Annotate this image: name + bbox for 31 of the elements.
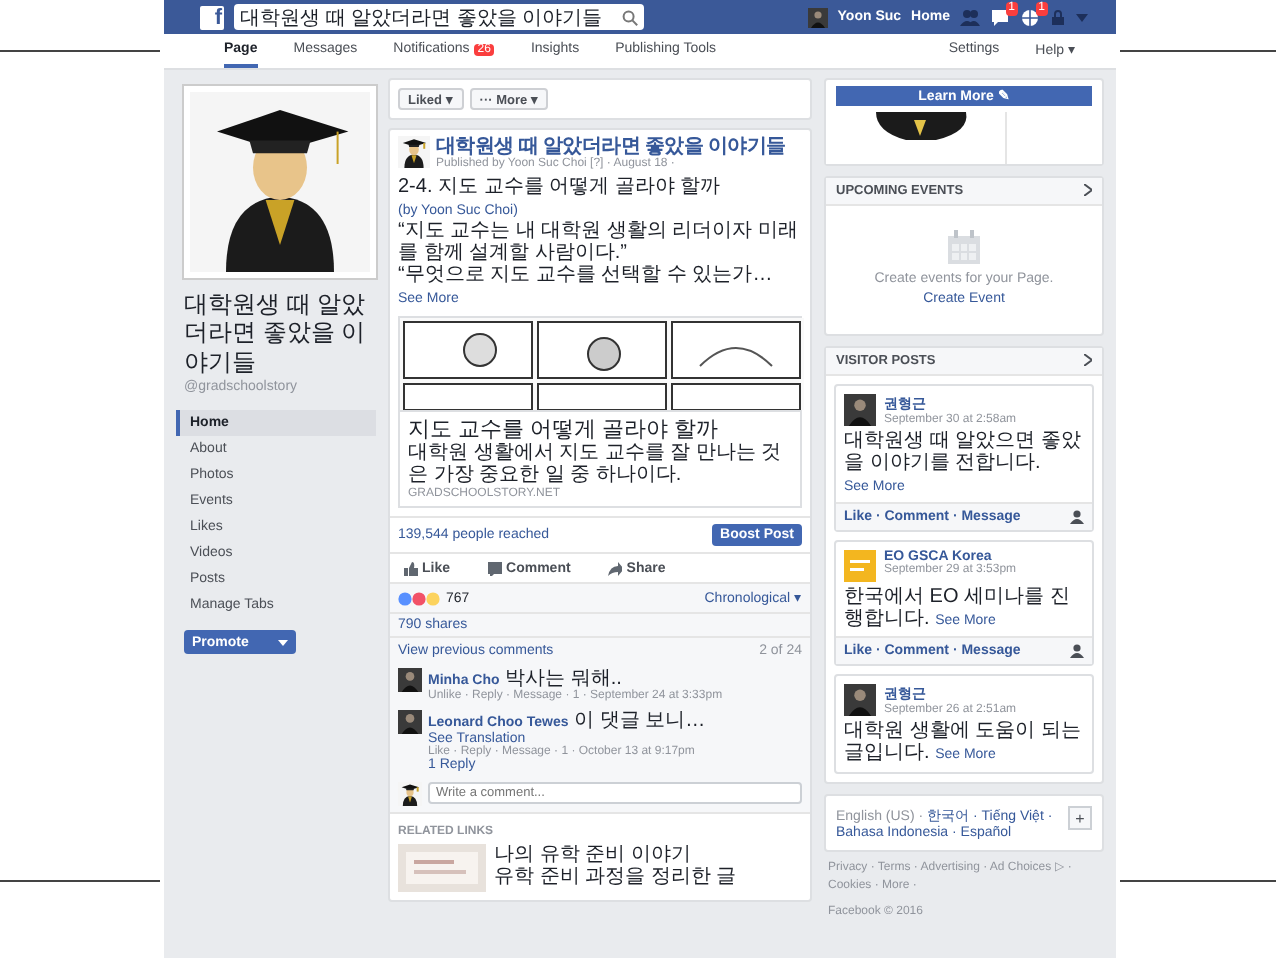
- globe-icon[interactable]: [1020, 7, 1040, 27]
- facebook-logo[interactable]: f: [200, 5, 224, 29]
- link-description: 대학원 생활에서 지도 교수를 잘 만나는 것은 가장 중요한 일 중 하나이다.: [408, 442, 784, 487]
- related-text: 유학 준비 과정을 정리한 글: [494, 866, 737, 889]
- thumbs-up-icon: [402, 560, 418, 577]
- calendar-icon: [946, 230, 982, 266]
- speech-bubble-icon: [486, 560, 503, 577]
- caret-icon: [278, 639, 288, 646]
- share-arrow-icon: [606, 560, 623, 577]
- logo-icon: [844, 550, 876, 582]
- page-name-link[interactable]: 대학원생 때 알았더라면 좋았을 이야기들: [436, 136, 786, 158]
- commenter-avatar: [398, 710, 422, 735]
- search-field[interactable]: 대학원생 때 알았더라면 좋았을 이야기들: [234, 4, 644, 30]
- search-icon[interactable]: [622, 9, 638, 25]
- add-language-button[interactable]: +: [1068, 806, 1092, 830]
- chevron-right-icon[interactable]: [1084, 354, 1092, 366]
- audience-icon[interactable]: [1070, 510, 1084, 524]
- audience-icon[interactable]: [1070, 644, 1084, 658]
- commenter-avatar: [398, 668, 422, 693]
- link-title[interactable]: 지도 교수를 어떻게 골라야 할까: [408, 418, 792, 443]
- messages-icon[interactable]: [990, 7, 1010, 27]
- page-avatar: [398, 136, 430, 168]
- user-avatar: [807, 7, 828, 27]
- page-name: 대학원생 때 알았더라면 좋았을 이야기들: [184, 290, 368, 377]
- reaction-icons: [398, 591, 442, 606]
- user-avatar: [398, 782, 422, 807]
- chevron-right-icon[interactable]: [1084, 184, 1092, 196]
- post-text: “지도 교수는 내 대학원 생활의 리더이자 미래를 함께 설계할 사람이다.”: [398, 220, 800, 264]
- related-title[interactable]: 나의 유학 준비 이야기: [494, 844, 737, 867]
- visitor-avatar: [844, 394, 876, 426]
- visitor-avatar: [844, 684, 876, 716]
